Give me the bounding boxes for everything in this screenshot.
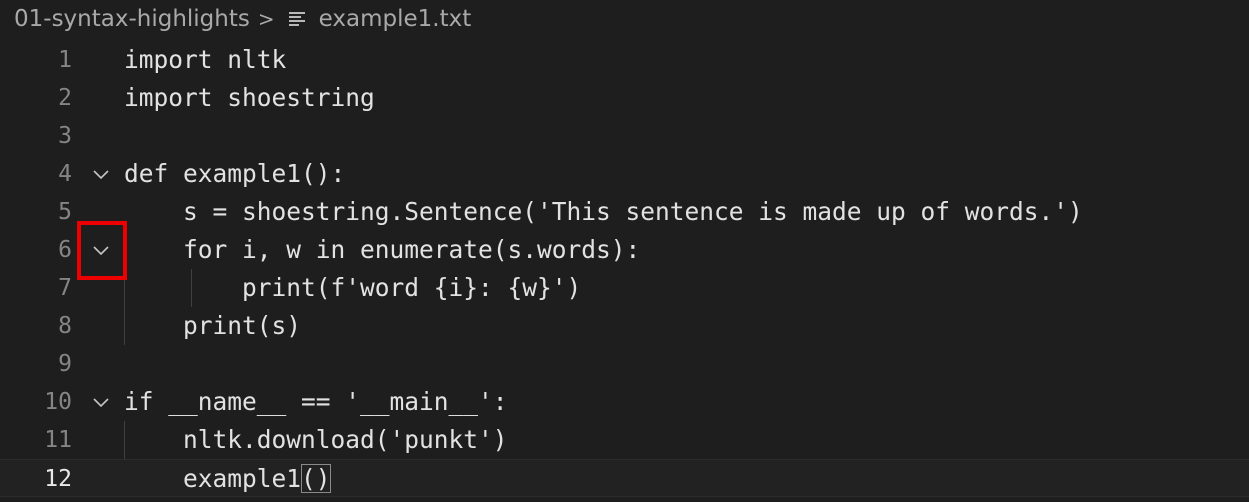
matched-brackets: () — [301, 464, 331, 493]
code-text[interactable]: def example1(): — [124, 155, 345, 193]
code-text[interactable]: if __name__ == '__main__': — [124, 383, 508, 421]
line-number: 9 — [58, 351, 72, 377]
code-line[interactable]: 10 if __name__ == '__main__': — [0, 383, 1249, 421]
line-number: 8 — [58, 313, 72, 339]
code-text[interactable]: s = shoestring.Sentence('This sentence i… — [124, 193, 1083, 231]
line-number: 3 — [58, 123, 72, 149]
code-line-current[interactable]: 12 example1() — [0, 459, 1249, 497]
code-text[interactable]: import nltk — [124, 41, 286, 79]
code-line[interactable]: 5 s = shoestring.Sentence('This sentence… — [0, 193, 1249, 231]
code-text[interactable]: print(f'word {i}: {w}') — [124, 269, 581, 307]
code-line[interactable]: 7 print(f'word {i}: {w}') — [0, 269, 1249, 307]
code-text[interactable]: example1() — [124, 460, 331, 498]
line-number: 4 — [58, 161, 72, 187]
line-number: 10 — [44, 389, 72, 415]
code-line[interactable]: 9 — [0, 345, 1249, 383]
breadcrumb-file[interactable]: example1.txt — [319, 6, 472, 32]
code-line[interactable]: 4 def example1(): — [0, 155, 1249, 193]
line-number: 12 — [44, 466, 72, 492]
code-line[interactable]: 3 — [0, 117, 1249, 155]
line-number: 1 — [58, 47, 72, 73]
breadcrumb: 01-syntax-highlights > example1.txt — [14, 4, 471, 34]
code-text-before: example1 — [124, 464, 302, 493]
code-text[interactable]: nltk.download('punkt') — [124, 421, 508, 459]
breadcrumb-folder[interactable]: 01-syntax-highlights — [14, 6, 250, 32]
line-number: 7 — [58, 275, 72, 301]
code-line[interactable]: 1 import nltk — [0, 41, 1249, 79]
code-text[interactable]: import shoestring — [124, 79, 375, 117]
chevron-down-icon[interactable] — [90, 383, 112, 421]
line-number: 11 — [44, 427, 72, 453]
code-text[interactable]: print(s) — [124, 307, 301, 345]
code-line[interactable]: 11 nltk.download('punkt') — [0, 421, 1249, 459]
text-lines-icon — [288, 12, 305, 26]
code-text[interactable]: for i, w in enumerate(s.words): — [124, 231, 640, 269]
chevron-down-icon[interactable] — [90, 155, 112, 193]
breadcrumb-separator: > — [257, 7, 275, 31]
line-number: 5 — [58, 199, 72, 225]
line-number: 2 — [58, 85, 72, 111]
annotation-highlight-box — [77, 221, 127, 280]
code-line[interactable]: 6 for i, w in enumerate(s.words): — [0, 231, 1249, 269]
line-number: 6 — [58, 237, 72, 263]
code-line[interactable]: 2 import shoestring — [0, 79, 1249, 117]
code-line[interactable]: 8 print(s) — [0, 307, 1249, 345]
